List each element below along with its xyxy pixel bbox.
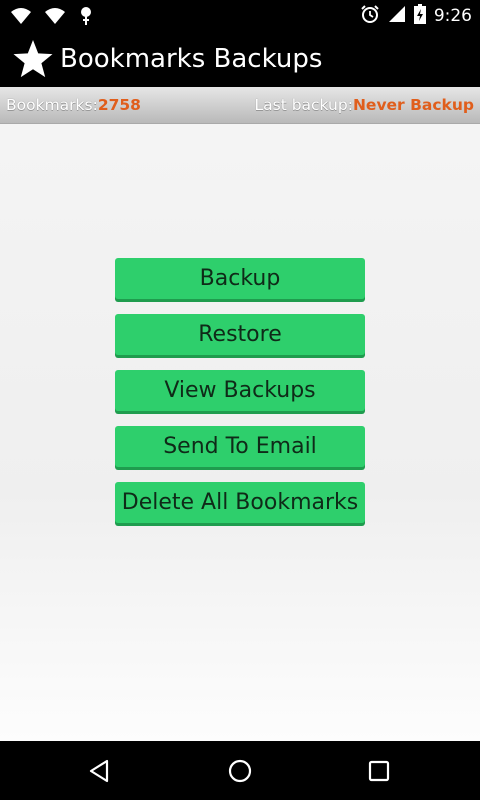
main-content: Backup Restore View Backups Send To Emai… <box>0 124 480 741</box>
home-icon[interactable] <box>223 754 257 788</box>
bookmarks-count: 2758 <box>97 96 141 114</box>
back-icon[interactable] <box>82 754 116 788</box>
wifi-icon <box>10 7 32 29</box>
navigation-bar <box>0 741 480 800</box>
restore-button[interactable]: Restore <box>115 314 365 355</box>
status-bar: 9:26 <box>0 0 480 33</box>
view-backups-button[interactable]: View Backups <box>115 370 365 411</box>
status-icons-left <box>10 6 94 30</box>
app-bar: Bookmarks Backups <box>0 33 480 87</box>
screen: 9:26 Bookmarks Backups Bookmarks:2758 La… <box>0 0 480 800</box>
cell-signal-icon <box>388 5 406 27</box>
send-to-email-button[interactable]: Send To Email <box>115 426 365 467</box>
last-backup-value: Never Backup <box>352 96 474 114</box>
status-icons-right: 9:26 <box>360 4 472 28</box>
last-backup-info: Last backup:Never Backup <box>254 87 474 123</box>
app-title: Bookmarks Backups <box>60 44 323 74</box>
wifi-icon <box>44 7 66 29</box>
battery-icon <box>413 4 426 28</box>
star-icon <box>12 38 54 80</box>
bookmarks-count-info: Bookmarks:2758 <box>6 87 141 123</box>
delete-all-bookmarks-button[interactable]: Delete All Bookmarks <box>115 482 365 523</box>
alarm-icon <box>360 4 380 28</box>
info-strip: Bookmarks:2758 Last backup:Never Backup <box>0 87 480 124</box>
bookmarks-label: Bookmarks: <box>6 96 98 114</box>
recents-icon[interactable] <box>362 754 396 788</box>
last-backup-label: Last backup: <box>254 96 353 114</box>
android-debug-icon <box>78 6 94 30</box>
status-time: 9:26 <box>433 6 472 26</box>
backup-button[interactable]: Backup <box>115 258 365 299</box>
